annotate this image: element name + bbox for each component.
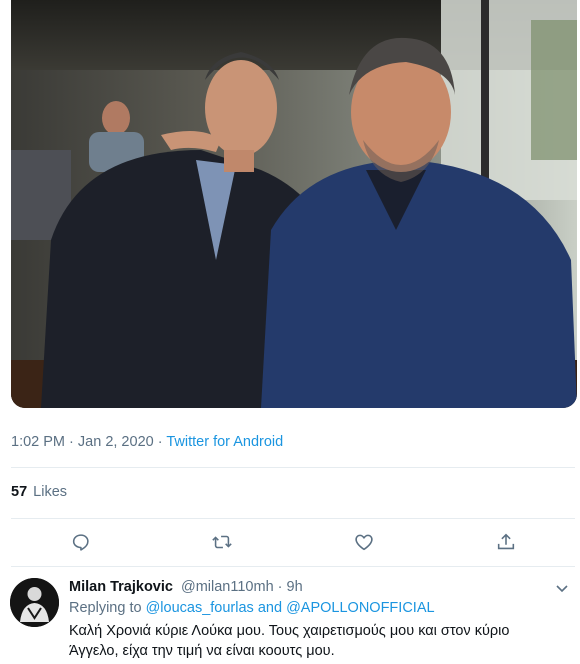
photo-image (11, 0, 577, 408)
mention-link[interactable]: @loucas_fourlas (146, 600, 254, 616)
more-options-button[interactable] (554, 580, 570, 596)
share-button[interactable] (493, 529, 519, 555)
reply-author-name[interactable]: Milan Trajkovic (69, 579, 173, 595)
share-icon (497, 533, 515, 550)
avatar[interactable] (10, 578, 59, 627)
retweet-button[interactable] (209, 529, 235, 555)
divider (11, 566, 575, 567)
like-button[interactable] (351, 529, 377, 555)
replying-to: Replying to @loucas_fourlas and @APOLLON… (69, 600, 435, 616)
tweet-time[interactable]: 1:02 PM (11, 434, 65, 450)
likes-count[interactable]: 57 Likes (11, 484, 67, 500)
meta-separator: · (69, 434, 74, 450)
reply-button[interactable] (68, 529, 94, 555)
mention-link[interactable]: @APOLLONOFFICIAL (286, 600, 434, 616)
likes-number: 57 (11, 484, 28, 500)
tweet-date[interactable]: Jan 2, 2020 (78, 434, 154, 450)
reply-separator: · (277, 579, 283, 595)
reply-time[interactable]: 9h (287, 579, 303, 595)
replying-and: and (257, 600, 283, 616)
divider (11, 518, 575, 519)
reply-header: Milan Trajkovic @milan110mh · 9h (69, 579, 303, 595)
meta-separator: · (157, 434, 163, 450)
replying-prefix: Replying to (69, 600, 142, 616)
tweet-photo[interactable] (11, 0, 577, 408)
tweet-timestamp: 1:02 PM · Jan 2, 2020 · Twitter for Andr… (11, 434, 283, 450)
tweet-detail: 1:02 PM · Jan 2, 2020 · Twitter for Andr… (0, 0, 580, 664)
tweet-source-link[interactable]: Twitter for Android (166, 434, 283, 450)
divider (11, 467, 575, 468)
chevron-down-icon (556, 585, 568, 593)
reply-text: Καλή Χρονιά κύριε Λούκα μου. Τους χαιρετ… (69, 623, 510, 659)
reply-icon (72, 534, 89, 551)
reply-author-handle[interactable]: @milan110mh (181, 579, 274, 595)
avatar-image (10, 578, 59, 627)
heart-icon (355, 534, 373, 551)
likes-label: Likes (33, 484, 68, 500)
retweet-icon (212, 535, 232, 549)
